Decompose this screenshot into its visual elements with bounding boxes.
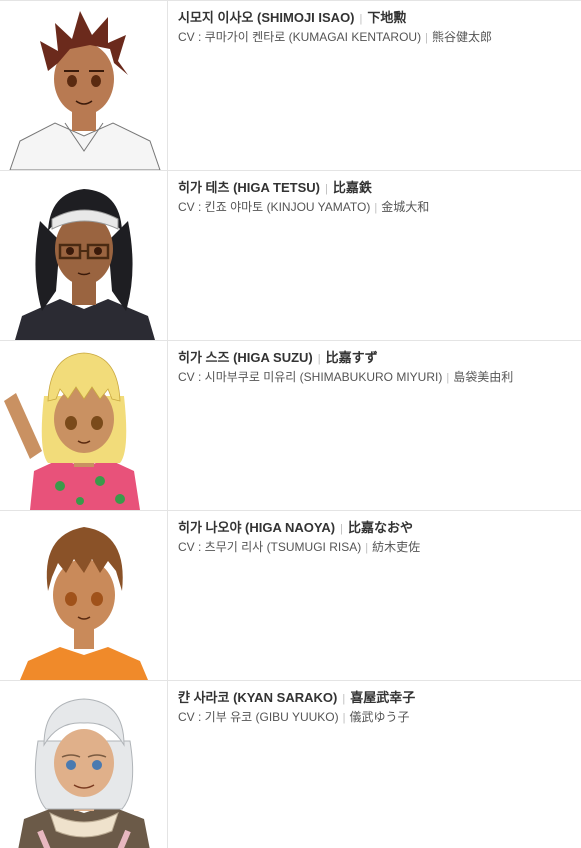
- character-korean-name: 히가 나오야: [178, 520, 242, 535]
- character-portrait: [0, 341, 168, 510]
- cast-list: 시모지 이사오 (SHIMOJI ISAO) | 下地勲 CV : 쿠마가이 켄타로…: [0, 0, 581, 848]
- separator: |: [446, 371, 450, 384]
- voice-actor-korean-name: 킨죠 야마토: [204, 199, 264, 214]
- voice-actor-kanji-name: 紡木吏佐: [372, 539, 421, 554]
- character-romaji-name: (HIGA NAOYA): [245, 520, 336, 535]
- character-name-line: 히가 테츠 (HIGA TETSU) | 比嘉鉄: [178, 179, 429, 198]
- character-portrait: [0, 171, 168, 340]
- separator: |: [365, 541, 369, 554]
- voice-actor-line: CV : 츠무기 리사 (TSUMUGI RISA) | 紡木吏佐: [178, 539, 420, 557]
- cv-label: CV :: [178, 199, 205, 214]
- voice-actor-line: CV : 기부 유코 (GIBU YUUKO) | 儀武ゆう子: [178, 709, 415, 727]
- voice-actor-korean-name: 츠무기 리사: [204, 539, 264, 554]
- character-korean-name: 캰 사라코: [178, 690, 230, 705]
- voice-actor-romaji-name: (KINJOU YAMATO): [266, 199, 371, 214]
- voice-actor-romaji-name: (KUMAGAI KENTAROU): [288, 29, 422, 44]
- character-row: 히가 테츠 (HIGA TETSU) | 比嘉鉄 CV : 킨죠 야마토 (KINJ…: [0, 171, 581, 341]
- voice-actor-romaji-name: (GIBU YUUKO): [255, 709, 339, 724]
- voice-actor-romaji-name: (SHIMABUKURO MIYURI): [299, 369, 443, 384]
- character-kanji-name: 喜屋武幸子: [350, 690, 416, 705]
- separator: |: [342, 711, 346, 724]
- voice-actor-korean-name: 시마부쿠로 미유리: [204, 369, 297, 384]
- character-korean-name: 히가 스즈: [178, 350, 230, 365]
- character-info: 히가 테츠 (HIGA TETSU) | 比嘉鉄 CV : 킨죠 야마토 (KINJ…: [168, 171, 429, 340]
- voice-actor-kanji-name: 熊谷健太郎: [431, 29, 492, 44]
- separator: |: [324, 183, 328, 195]
- voice-actor-kanji-name: 島袋美由利: [453, 369, 514, 384]
- character-romaji-name: (KYAN SARAKO): [233, 690, 338, 705]
- character-row: 시모지 이사오 (SHIMOJI ISAO) | 下地勲 CV : 쿠마가이 켄타로…: [0, 1, 581, 171]
- character-info: 캰 사라코 (KYAN SARAKO) | 喜屋武幸子 CV : 기부 유코 (GI…: [168, 681, 415, 848]
- character-name-line: 캰 사라코 (KYAN SARAKO) | 喜屋武幸子: [178, 689, 415, 708]
- character-kanji-name: 比嘉鉄: [332, 180, 372, 195]
- character-row: 히가 스즈 (HIGA SUZU) | 比嘉すず CV : 시마부쿠로 미유리 (S…: [0, 341, 581, 511]
- character-romaji-name: (SHIMOJI ISAO): [257, 10, 355, 25]
- character-kanji-name: 比嘉なおや: [347, 520, 413, 535]
- cv-label: CV :: [178, 29, 205, 44]
- separator: |: [374, 201, 378, 214]
- character-row: 히가 나오야 (HIGA NAOYA) | 比嘉なおや CV : 츠무기 리사 (T…: [0, 511, 581, 681]
- character-portrait: [0, 681, 168, 848]
- cv-label: CV :: [178, 539, 205, 554]
- voice-actor-kanji-name: 金城大和: [381, 199, 430, 214]
- character-portrait: [0, 511, 168, 680]
- character-korean-name: 시모지 이사오: [178, 10, 254, 25]
- character-kanji-name: 比嘉すず: [325, 350, 378, 365]
- voice-actor-korean-name: 쿠마가이 켄타로: [204, 29, 286, 44]
- character-info: 히가 스즈 (HIGA SUZU) | 比嘉すず CV : 시마부쿠로 미유리 (S…: [168, 341, 513, 510]
- cv-label: CV :: [178, 369, 205, 384]
- voice-actor-romaji-name: (TSUMUGI RISA): [266, 539, 362, 554]
- voice-actor-korean-name: 기부 유코: [204, 709, 253, 724]
- separator: |: [340, 523, 343, 535]
- character-name-line: 시모지 이사오 (SHIMOJI ISAO) | 下地勲: [178, 9, 492, 28]
- separator: |: [359, 13, 363, 25]
- voice-actor-line: CV : 시마부쿠로 미유리 (SHIMABUKURO MIYURI) | 島袋美由…: [178, 369, 513, 387]
- character-romaji-name: (HIGA TETSU): [233, 180, 320, 195]
- separator: |: [317, 353, 321, 365]
- character-info: 히가 나오야 (HIGA NAOYA) | 比嘉なおや CV : 츠무기 리사 (T…: [168, 511, 420, 680]
- character-korean-name: 히가 테츠: [178, 180, 230, 195]
- character-portrait: [0, 1, 168, 170]
- cv-label: CV :: [178, 709, 205, 724]
- separator: |: [342, 693, 346, 705]
- voice-actor-line: CV : 킨죠 야마토 (KINJOU YAMATO) | 金城大和: [178, 199, 429, 217]
- separator: |: [425, 31, 428, 44]
- character-name-line: 히가 나오야 (HIGA NAOYA) | 比嘉なおや: [178, 519, 420, 538]
- voice-actor-kanji-name: 儀武ゆう子: [349, 709, 410, 724]
- character-romaji-name: (HIGA SUZU): [233, 350, 313, 365]
- voice-actor-line: CV : 쿠마가이 켄타로 (KUMAGAI KENTAROU) | 熊谷健太郎: [178, 29, 492, 47]
- character-kanji-name: 下地勲: [367, 10, 407, 25]
- character-row: 캰 사라코 (KYAN SARAKO) | 喜屋武幸子 CV : 기부 유코 (GI…: [0, 681, 581, 848]
- character-info: 시모지 이사오 (SHIMOJI ISAO) | 下地勲 CV : 쿠마가이 켄타로…: [168, 1, 492, 170]
- character-name-line: 히가 스즈 (HIGA SUZU) | 比嘉すず: [178, 349, 513, 368]
